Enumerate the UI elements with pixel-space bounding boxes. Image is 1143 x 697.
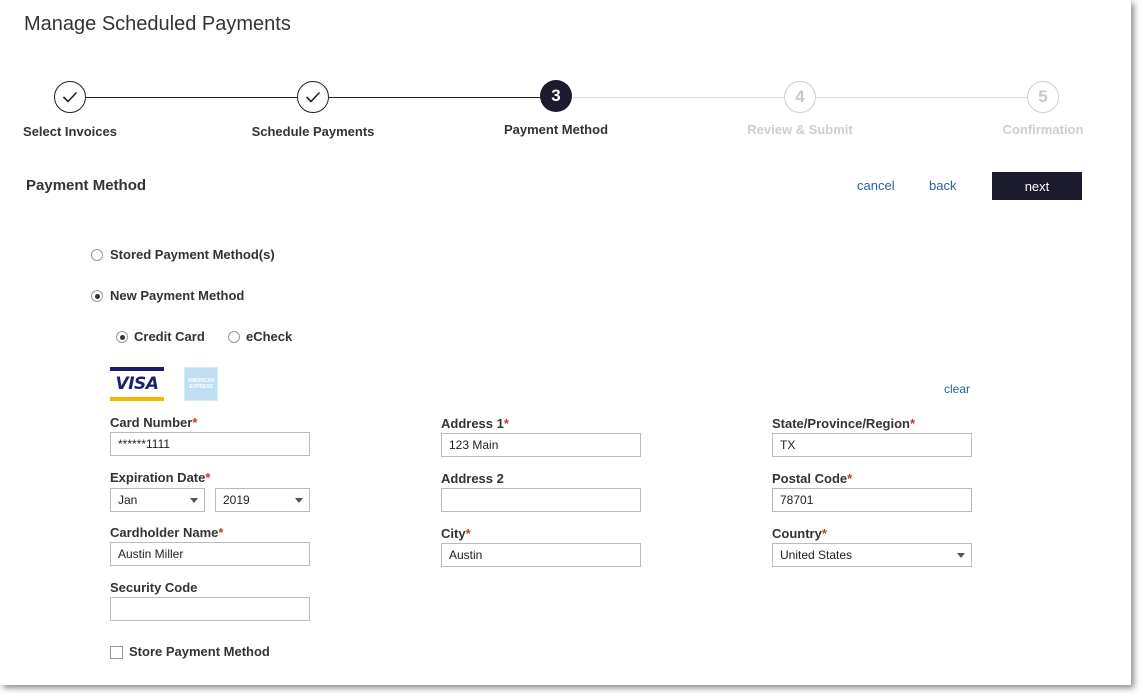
stored-payment-radio[interactable] — [91, 249, 103, 261]
cardholder-name-label-text: Cardholder Name — [110, 525, 219, 540]
city-label-text: City — [441, 526, 466, 541]
stepper-line-1 — [86, 97, 297, 98]
expiration-year-value: 2019 — [223, 493, 250, 507]
address2-label: Address 2 — [441, 471, 504, 486]
card-number-input[interactable] — [110, 432, 310, 456]
credit-card-radio[interactable] — [116, 331, 128, 343]
clear-link[interactable]: clear — [944, 382, 970, 396]
state-label: State/Province/Region* — [772, 416, 915, 431]
required-marker: * — [821, 526, 827, 541]
stepper-line-2 — [329, 97, 540, 98]
address1-label: Address 1* — [441, 416, 509, 431]
country-value: United States — [780, 548, 853, 562]
section-title: Payment Method — [26, 177, 147, 194]
cancel-link[interactable]: cancel — [857, 178, 895, 193]
expiration-month-select[interactable]: Jan — [110, 488, 205, 512]
required-marker: * — [218, 525, 224, 540]
payment-window: Manage Scheduled Payments Select Invoice… — [0, 0, 1131, 685]
store-payment-checkbox[interactable] — [110, 646, 123, 659]
store-payment-label: Store Payment Method — [129, 644, 270, 659]
checkmark-icon — [62, 91, 78, 103]
city-input[interactable] — [441, 543, 641, 567]
new-payment-label: New Payment Method — [110, 288, 245, 303]
country-label-text: Country — [772, 526, 822, 541]
required-marker: * — [909, 416, 916, 431]
security-code-input[interactable] — [110, 597, 310, 621]
city-label: City* — [441, 526, 471, 541]
postal-code-label: Postal Code* — [772, 471, 852, 486]
expiration-date-label: Expiration Date* — [110, 470, 210, 485]
chevron-down-icon — [190, 498, 198, 503]
step-3-label: Payment Method — [503, 122, 609, 137]
step-4-circle: 4 — [784, 81, 816, 113]
step-1-circle — [54, 81, 86, 113]
stored-payment-label: Stored Payment Method(s) — [110, 247, 275, 262]
country-label: Country* — [772, 526, 827, 541]
postal-code-input[interactable] — [772, 488, 972, 512]
step-1-label: Select Invoices — [23, 124, 117, 139]
expiration-month-value: Jan — [118, 493, 138, 507]
new-payment-radio[interactable] — [91, 290, 103, 302]
state-input[interactable] — [772, 433, 972, 457]
address1-input[interactable] — [441, 433, 641, 457]
required-marker: * — [465, 526, 471, 541]
cardholder-name-input[interactable] — [110, 542, 310, 566]
step-2-circle — [297, 81, 329, 113]
state-label-text: State/Province/Region — [772, 416, 910, 431]
step-2-label: Schedule Payments — [251, 124, 375, 139]
checkmark-icon — [305, 91, 321, 103]
echeck-radio[interactable] — [228, 331, 240, 343]
stepper-line-3 — [573, 97, 784, 98]
step-5-circle: 5 — [1027, 81, 1059, 113]
chevron-down-icon — [957, 553, 965, 558]
country-select[interactable]: United States — [772, 543, 972, 567]
required-marker: * — [847, 471, 853, 486]
card-number-label: Card Number* — [110, 415, 197, 430]
step-5-label: Confirmation — [1002, 122, 1084, 137]
page-title: Manage Scheduled Payments — [24, 13, 291, 35]
address2-input[interactable] — [441, 488, 641, 512]
stepper-line-4 — [816, 97, 1027, 98]
visa-logo: VISA — [110, 367, 164, 401]
amex-logo: AMERICAN EXPRESS — [184, 367, 218, 401]
cardholder-name-label: Cardholder Name* — [110, 525, 223, 540]
back-link[interactable]: back — [929, 178, 956, 193]
security-code-label: Security Code — [110, 580, 198, 595]
required-marker: * — [503, 416, 509, 431]
step-4-label: Review & Submit — [747, 122, 853, 137]
expiration-year-select[interactable]: 2019 — [215, 488, 310, 512]
credit-card-label: Credit Card — [134, 329, 205, 344]
postal-code-label-text: Postal Code — [772, 471, 848, 486]
step-3-circle: 3 — [540, 80, 572, 112]
echeck-label: eCheck — [246, 329, 293, 344]
card-number-label-text: Card Number — [110, 415, 193, 430]
required-marker: * — [205, 470, 211, 485]
chevron-down-icon — [295, 498, 303, 503]
expiration-date-label-text: Expiration Date — [110, 470, 206, 485]
required-marker: * — [192, 415, 198, 430]
address1-label-text: Address 1 — [441, 416, 504, 431]
next-button[interactable]: next — [992, 172, 1082, 200]
